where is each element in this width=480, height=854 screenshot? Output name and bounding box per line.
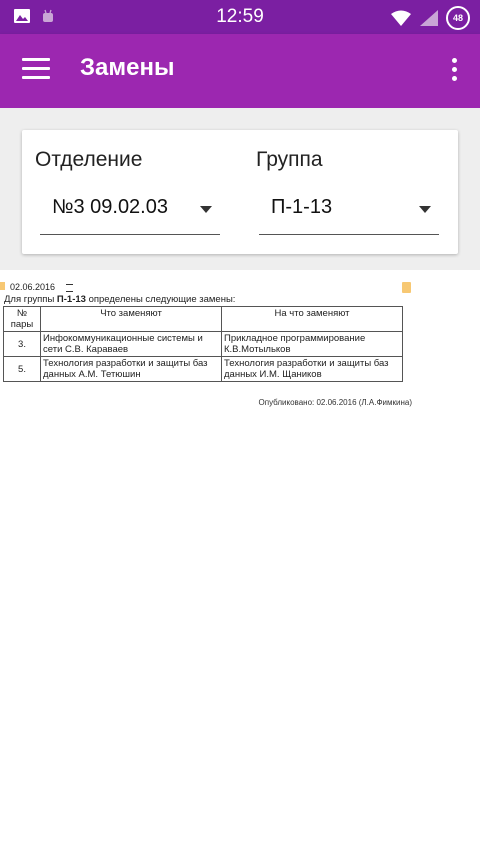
cell-what: Инфокоммуникационные системы и сети С.В.…: [40, 331, 222, 357]
group-label: Группа: [256, 148, 323, 171]
cell-with: Прикладное программирование К.В.Мотылько…: [221, 331, 403, 357]
dropdown-arrow-icon: [419, 206, 431, 213]
intro-suffix: определены следующие замены:: [85, 294, 236, 305]
table-row: 3. Инфокоммуникационные системы и сети С…: [3, 331, 403, 357]
intro-text: Для группы П-1-13 определены следующие з…: [4, 294, 235, 305]
hamburger-menu-icon[interactable]: [22, 58, 50, 82]
cell-number: 3.: [3, 331, 41, 357]
status-bar-right: 48: [390, 6, 470, 30]
replacements-document: 02.06.2016 Для группы П-1-13 определены …: [0, 270, 480, 854]
cell-with: Технология разработки и защиты баз данны…: [221, 356, 403, 382]
page-marker: [0, 282, 5, 290]
app-bar: Замены: [0, 34, 480, 108]
department-value: №3 09.02.03: [52, 196, 168, 218]
battery-icon: 48: [446, 6, 470, 30]
group-value: П-1-13: [271, 196, 333, 218]
group-spinner[interactable]: П-1-13: [259, 184, 439, 235]
dropdown-arrow-icon: [200, 206, 212, 213]
selector-card: Отделение №3 09.02.03 Группа П-1-13: [22, 130, 458, 254]
intro-prefix: Для группы: [4, 294, 57, 305]
cell-signal-icon: [420, 10, 438, 26]
replacements-table: № пары Что заменяют На что заменяют 3. И…: [3, 306, 403, 382]
column-header-with: На что заменяют: [221, 306, 403, 332]
column-header-what: Что заменяют: [40, 306, 222, 332]
wifi-icon: [391, 10, 411, 26]
print-icon[interactable]: [66, 284, 73, 292]
page-title: Замены: [80, 54, 175, 81]
cell-what: Технология разработки и защиты баз данны…: [40, 356, 222, 382]
status-bar: 12:59 48: [0, 0, 480, 34]
table-row: 5. Технология разработки и защиты баз да…: [3, 356, 403, 382]
department-spinner[interactable]: №3 09.02.03: [40, 184, 220, 235]
more-vert-icon[interactable]: [450, 58, 458, 84]
table-header-row: № пары Что заменяют На что заменяют: [3, 306, 403, 332]
department-label: Отделение: [35, 148, 143, 171]
cell-number: 5.: [3, 356, 41, 382]
document-date: 02.06.2016: [10, 282, 56, 292]
intro-group: П-1-13: [56, 294, 86, 305]
published-note: Опубликовано: 02.06.2016 (Л.А.Фимкина): [258, 398, 412, 407]
note-icon: [402, 282, 411, 293]
column-header-number: № пары: [3, 306, 41, 332]
